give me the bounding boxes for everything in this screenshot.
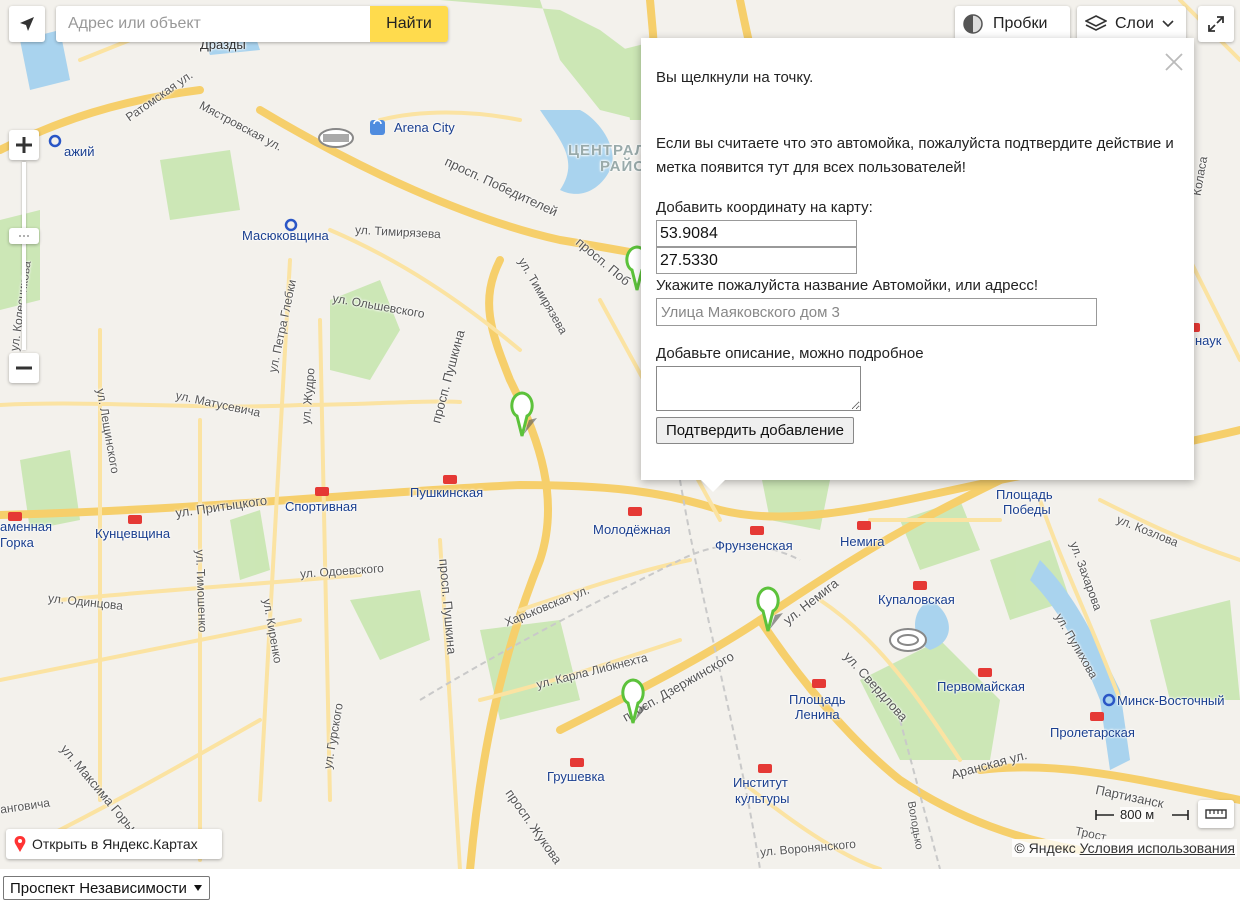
map-label: Фрунзенская <box>715 538 793 553</box>
search-input[interactable] <box>56 6 370 42</box>
traffic-button[interactable]: Пробки <box>955 6 1070 42</box>
street-select-value: Проспект Независимости <box>10 879 187 897</box>
scale-line: 800 м <box>1094 805 1194 825</box>
search-button[interactable]: Найти <box>370 6 448 42</box>
layers-label: Слои <box>1115 15 1154 32</box>
chevron-down-icon <box>1162 20 1174 28</box>
map-label: Ленина <box>795 707 840 722</box>
map-label: наук <box>1195 333 1222 348</box>
traffic-light-icon <box>963 14 983 34</box>
search-bar: Найти <box>56 6 448 42</box>
map-label: Площадь <box>789 692 846 707</box>
fullscreen-button[interactable] <box>1198 6 1234 42</box>
map-label: Минск-Восточный <box>1117 693 1225 708</box>
map-label: Arena City <box>394 120 455 135</box>
plus-icon <box>16 137 32 153</box>
map-label: РАЙО <box>600 158 646 175</box>
expand-icon <box>1208 16 1224 32</box>
copyright: © Яндекс Условия использования <box>1012 839 1237 857</box>
zoom-slider-handle[interactable] <box>9 228 39 244</box>
terms-link[interactable]: Условия использования <box>1080 840 1235 856</box>
map-label: Грушевка <box>547 769 605 784</box>
minus-icon <box>16 366 32 370</box>
close-icon[interactable] <box>1164 52 1184 72</box>
map-label: ЦЕНТРАЛ <box>568 142 647 159</box>
map-label: Площадь <box>996 487 1053 502</box>
zoom-slider-track[interactable] <box>22 162 26 350</box>
open-in-yandex-maps-button[interactable]: Открыть в Яндекс.Картах <box>6 829 222 859</box>
map-label: Спортивная <box>285 499 358 514</box>
carwash-name-field[interactable] <box>656 298 1097 326</box>
map-label: ажий <box>64 144 95 159</box>
map-label: Купаловская <box>878 592 955 607</box>
street-select[interactable]: Проспект Независимости <box>3 876 210 900</box>
copyright-brand: © Яндекс <box>1014 840 1076 856</box>
description-field[interactable] <box>656 366 861 411</box>
map-label: Кунцевщина <box>95 526 171 541</box>
ruler-button[interactable] <box>1198 800 1234 828</box>
map-label: Пушкинская <box>410 485 484 500</box>
balloon-tail <box>701 480 725 492</box>
map-label: Горка <box>0 535 34 550</box>
carwash-marker[interactable] <box>618 677 652 725</box>
carwash-marker[interactable] <box>507 390 541 438</box>
grip-icon <box>19 235 29 237</box>
ruler-icon <box>1205 809 1227 819</box>
map-label: Институт <box>733 775 788 790</box>
coords-label: Добавить координату на карту: <box>656 199 873 216</box>
geolocation-button[interactable] <box>9 6 45 42</box>
add-point-balloon: Вы щелкнули на точку. Если вы считаете ч… <box>641 38 1194 492</box>
map-canvas[interactable]: Дразды Arena City Масюковщина ажий ул. Т… <box>0 0 1240 869</box>
bottom-bar: Проспект Независимости <box>0 869 1240 904</box>
map-label: Масюковщина <box>242 228 329 243</box>
traffic-label: Пробки <box>993 15 1048 32</box>
longitude-field[interactable] <box>656 247 857 274</box>
scale-label: 800 м <box>1120 807 1155 822</box>
carwash-marker[interactable] <box>753 585 787 633</box>
confirm-button[interactable]: Подтвердить добавление <box>656 417 854 444</box>
map-label: Молодёжная <box>593 522 671 537</box>
map-label: культуры <box>735 791 790 806</box>
description-label: Добавьте описание, можно подробное <box>656 345 924 362</box>
open-yandex-label: Открыть в Яндекс.Картах <box>32 836 198 852</box>
map-label: Первомайская <box>937 679 1025 694</box>
map-label: аменная <box>0 519 53 534</box>
zoom-in-button[interactable] <box>9 130 39 160</box>
map-label: ул. Тимошенко <box>192 549 210 633</box>
layers-icon <box>1085 15 1107 31</box>
map-pin-icon <box>14 835 26 852</box>
map-label: Пролетарская <box>1050 725 1135 740</box>
map-label: Немига <box>840 534 885 549</box>
location-arrow-icon <box>20 17 34 31</box>
zoom-out-button[interactable] <box>9 353 39 383</box>
balloon-instructions: Если вы считаете что это автомойка, пожа… <box>656 135 1174 176</box>
name-label: Укажите пожалуйста название Автомойки, и… <box>656 277 1039 294</box>
map-label: Победы <box>1003 502 1051 517</box>
balloon-intro: Вы щелкнули на точку. <box>656 69 814 86</box>
layers-button[interactable]: Слои <box>1077 6 1186 42</box>
dropdown-arrow-icon <box>193 885 202 891</box>
latitude-field[interactable] <box>656 220 857 247</box>
